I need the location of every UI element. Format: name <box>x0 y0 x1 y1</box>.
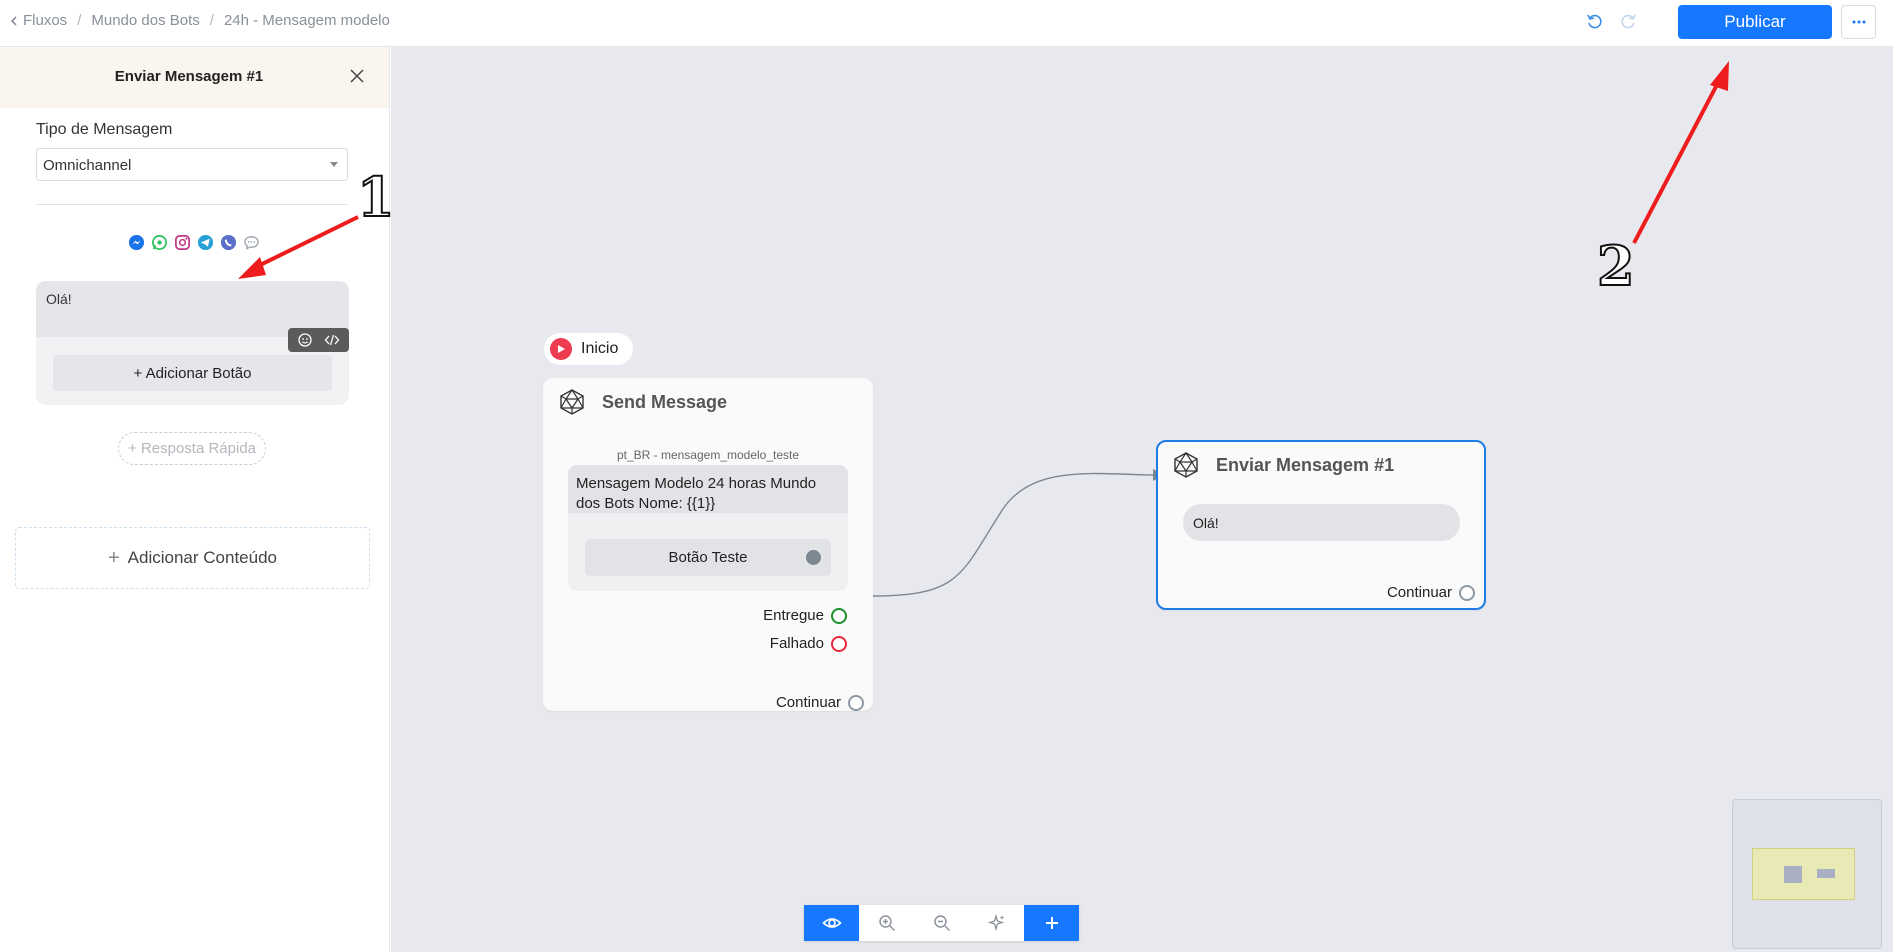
panel-header: Enviar Mensagem #1 <box>0 47 389 108</box>
sparkle-icon <box>987 913 1004 932</box>
breadcrumb-separator: / <box>77 12 82 29</box>
add-content-label: Adicionar Conteúdo <box>127 548 277 567</box>
enviar-mensagem-node[interactable]: Enviar Mensagem #1 Olá! Continuar <box>1156 440 1486 610</box>
caret-down-icon <box>330 162 338 167</box>
top-bar: Fluxos / Mundo dos Bots / 24h - Mensagem… <box>0 0 1893 47</box>
failed-label: Falhado <box>769 635 824 652</box>
continue-handle[interactable] <box>1459 584 1475 601</box>
message-editor: Olá! + Adicionar Botão <box>36 281 349 405</box>
continue-label: Continuar <box>1386 584 1452 601</box>
template-text: Mensagem Modelo 24 horas Mundo dos Bots … <box>568 465 848 513</box>
continue-handle[interactable] <box>848 694 864 711</box>
add-content-button[interactable]: + Adicionar Conteúdo <box>15 527 370 589</box>
messenger-icon[interactable] <box>128 234 145 251</box>
telegram-icon[interactable] <box>197 234 214 251</box>
whatsapp-icon[interactable] <box>151 234 168 251</box>
quick-reply-button[interactable]: + Resposta Rápida <box>118 432 266 465</box>
publish-button[interactable]: Publicar <box>1678 5 1832 39</box>
output-failed: Falhado <box>770 635 847 652</box>
message-type-select[interactable]: Omnichannel <box>36 148 348 181</box>
canvas-toolbar <box>804 905 1079 941</box>
start-node[interactable]: Inicio <box>544 333 633 365</box>
more-icon <box>1852 20 1865 24</box>
send-message-node[interactable]: Send Message pt_BR - mensagem_modelo_tes… <box>543 378 873 711</box>
continue-label: Continuar <box>775 694 841 711</box>
breadcrumb-current-flow: 24h - Mensagem modelo <box>223 12 390 29</box>
failed-handle[interactable] <box>831 635 847 652</box>
output-continue: Continuar <box>1387 584 1475 601</box>
minimap-node <box>1817 869 1835 878</box>
zoom-in-icon <box>878 915 895 931</box>
start-label: Inicio <box>581 340 619 357</box>
breadcrumb-separator: / <box>209 12 214 29</box>
close-icon[interactable] <box>347 66 367 86</box>
code-icon[interactable] <box>324 332 340 348</box>
template-name: pt_BR - mensagem_modelo_teste <box>616 448 800 462</box>
annotation-arrow-2 <box>1632 61 1729 244</box>
plus-icon <box>1045 917 1058 929</box>
zoom-out-icon <box>933 915 950 931</box>
zoom-in-button[interactable] <box>859 905 914 941</box>
auto-layout-button[interactable] <box>969 905 1024 941</box>
undo-icon[interactable] <box>1585 12 1605 32</box>
node-header: Enviar Mensagem #1 <box>1172 451 1394 479</box>
minimap[interactable] <box>1732 799 1882 949</box>
node-header: Send Message <box>558 388 727 416</box>
minimap-viewport[interactable] <box>1752 848 1855 900</box>
breadcrumb-mundo-dos-bots[interactable]: Mundo dos Bots <box>91 12 199 29</box>
message-type-value: Omnichannel <box>43 157 132 174</box>
breadcrumb: Fluxos / Mundo dos Bots / 24h - Mensagem… <box>9 12 390 29</box>
flow-canvas[interactable]: Inicio Send Message pt_BR - mensagem_mod… <box>391 47 1893 952</box>
more-options-button[interactable] <box>1841 5 1876 39</box>
editor-toolbar <box>288 328 349 352</box>
chevron-left-icon[interactable] <box>9 15 19 26</box>
node-title: Send Message <box>602 391 728 412</box>
connector-line <box>872 469 1164 597</box>
zoom-out-button[interactable] <box>914 905 969 941</box>
output-delivered: Entregue <box>763 607 847 624</box>
play-icon <box>550 338 572 360</box>
template-button[interactable]: Botão Teste <box>585 539 831 576</box>
add-node-button[interactable] <box>1024 905 1079 941</box>
node-settings-panel: Enviar Mensagem #1 Tipo de Mensagem Omni… <box>0 47 390 952</box>
eye-icon <box>821 918 842 928</box>
plus-icon: + <box>107 546 120 569</box>
icosahedron-icon <box>560 388 584 415</box>
breadcrumb-fluxos[interactable]: Fluxos <box>23 12 67 29</box>
message-bubble: Olá! <box>1183 504 1460 541</box>
add-button-button[interactable]: + Adicionar Botão <box>53 355 332 391</box>
message-type-label: Tipo de Mensagem <box>36 121 173 138</box>
annotation-number-2: 2 <box>1596 233 1636 299</box>
output-continue: Continuar <box>776 694 864 711</box>
template-card: Mensagem Modelo 24 horas Mundo dos Bots … <box>568 465 848 591</box>
minimap-node <box>1784 866 1802 883</box>
template-button-label: Botão Teste <box>668 549 748 566</box>
instagram-icon[interactable] <box>174 234 191 251</box>
delivered-handle[interactable] <box>831 607 847 624</box>
annotation-arrow-1 <box>238 215 359 279</box>
icosahedron-icon <box>1174 451 1198 478</box>
redo-icon[interactable] <box>1618 12 1638 32</box>
panel-title: Enviar Mensagem #1 <box>114 68 264 85</box>
view-button[interactable] <box>804 905 859 941</box>
node-title: Enviar Mensagem #1 <box>1216 454 1395 475</box>
emoji-icon[interactable] <box>297 332 313 348</box>
button-output-handle[interactable] <box>806 550 821 565</box>
delivered-label: Entregue <box>763 607 824 624</box>
